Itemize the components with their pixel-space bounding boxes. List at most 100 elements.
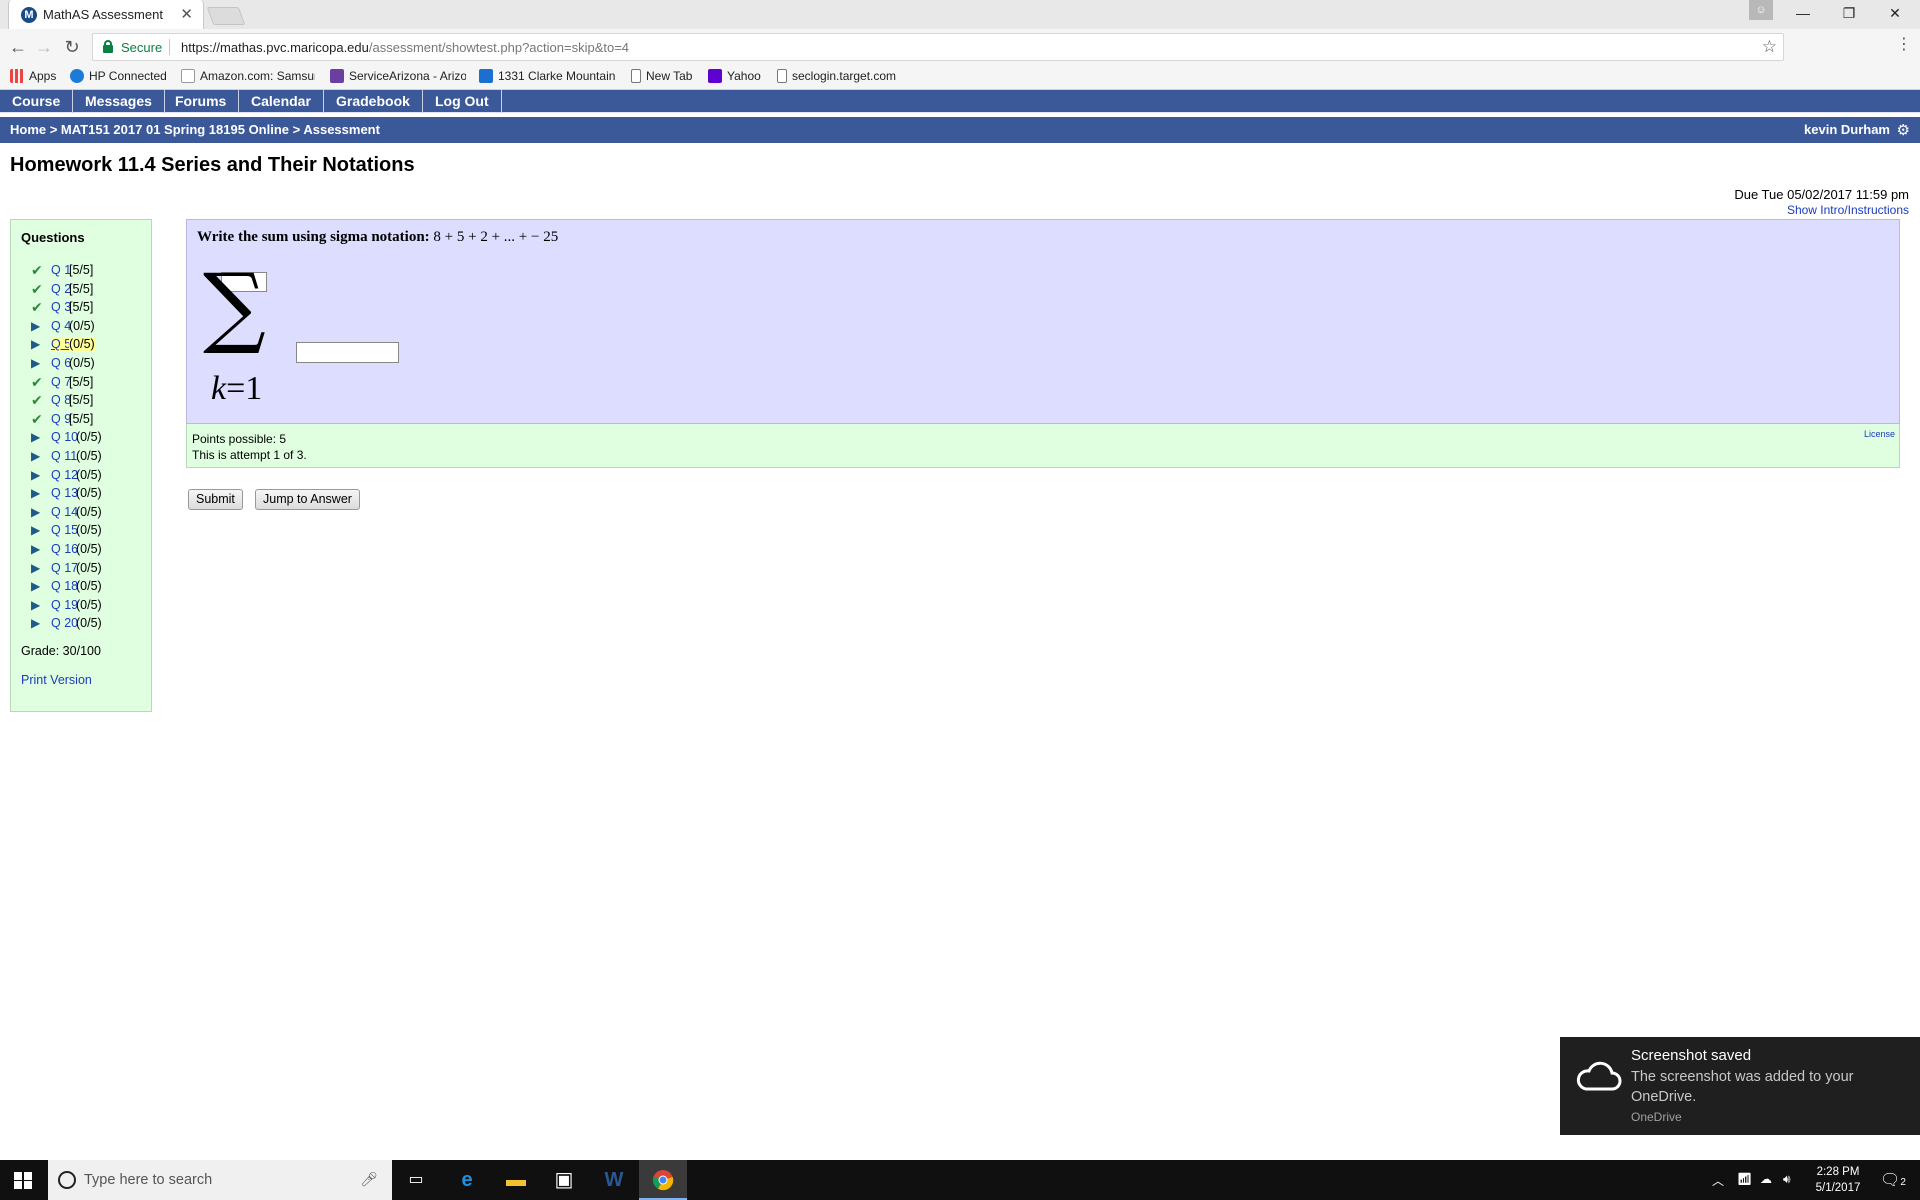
- word-icon[interactable]: W: [590, 1160, 638, 1200]
- restore-button[interactable]: ❐: [1826, 0, 1872, 29]
- bookmark-seclogin-target[interactable]: seclogin.target.com: [777, 69, 896, 83]
- bookmark-apps[interactable]: Apps: [10, 69, 56, 83]
- points-info-box: Points possible: 5 This is attempt 1 of …: [186, 424, 1900, 468]
- bookmark-servicearizona[interactable]: ServiceArizona - Arizo: [330, 69, 466, 83]
- question-link[interactable]: Q 11: [51, 449, 77, 463]
- store-icon[interactable]: ▣: [540, 1160, 588, 1200]
- question-score: (0/5): [76, 541, 102, 556]
- task-view-icon[interactable]: ▭: [392, 1160, 440, 1200]
- question-link[interactable]: Q 17: [51, 561, 78, 575]
- question-score: (0/5): [76, 523, 102, 538]
- question-link[interactable]: Q 18: [51, 579, 78, 593]
- forward-arrow-icon[interactable]: →: [32, 35, 56, 59]
- jump-to-answer-button[interactable]: Jump to Answer: [255, 489, 360, 510]
- question-score: [5/5]: [69, 411, 94, 426]
- checkmark-icon: ✔: [31, 280, 43, 297]
- show-intro-link[interactable]: Show Intro/Instructions: [1787, 203, 1909, 217]
- question-link[interactable]: Q 14: [51, 505, 78, 519]
- question-link[interactable]: Q 16: [51, 542, 78, 556]
- tray-chevron-icon[interactable]: ︿: [1712, 1172, 1724, 1189]
- points-text: Points possible: 5 This is attempt 1 of …: [192, 431, 307, 463]
- gear-icon[interactable]: ⚙: [1897, 121, 1910, 139]
- bookmark-amazon[interactable]: Amazon.com: Samsun: [181, 69, 315, 83]
- onedrive-toast[interactable]: Screenshot saved The screenshot was adde…: [1560, 1037, 1920, 1135]
- bookmark-yahoo[interactable]: Yahoo: [708, 69, 761, 83]
- sigma-symbol: ∑: [203, 254, 266, 357]
- reload-icon[interactable]: ↻: [60, 35, 84, 59]
- submit-button[interactable]: Submit: [188, 489, 243, 510]
- amazon-logo-icon: [181, 69, 195, 83]
- url-text[interactable]: https://mathas.pvc.maricopa.edu/assessme…: [181, 40, 629, 55]
- bookmarks-bar: Apps HP Connected Amazon.com: Samsun Ser…: [0, 65, 1920, 90]
- profile-icon[interactable]: ☺: [1749, 0, 1773, 20]
- breadcrumb[interactable]: Home > MAT151 2017 01 Spring 18195 Onlin…: [10, 122, 380, 137]
- clock-date: 5/1/2017: [1815, 1182, 1861, 1194]
- bookmark-new-tab[interactable]: New Tab: [631, 69, 692, 83]
- question-score: [5/5]: [69, 263, 94, 277]
- edge-icon[interactable]: e: [443, 1160, 491, 1200]
- network-icon[interactable]: 📶︎: [1737, 1172, 1752, 1186]
- general-term-input[interactable]: [296, 342, 399, 363]
- omnibox-divider: [169, 39, 170, 55]
- page-icon: [777, 69, 787, 83]
- microphone-icon[interactable]: 🎤︎: [360, 1171, 378, 1188]
- question-score: (0/5): [69, 355, 95, 370]
- license-link[interactable]: License: [1864, 429, 1895, 439]
- windows-start-icon[interactable]: [14, 1172, 32, 1189]
- chrome-icon[interactable]: [639, 1160, 687, 1200]
- cortana-icon: [58, 1171, 76, 1189]
- tab-title: MathAS Assessment: [43, 7, 163, 22]
- arrow-right-icon: ▶: [31, 467, 41, 482]
- nav-gradebook[interactable]: Gradebook: [324, 90, 423, 113]
- action-center-icon[interactable]: 🗨︎2: [1880, 1170, 1906, 1190]
- question-link[interactable]: Q 19: [51, 598, 78, 612]
- taskbar-search[interactable]: Type here to search 🎤︎: [48, 1160, 392, 1200]
- question-link[interactable]: Q 20: [51, 616, 78, 630]
- question-score: [5/5]: [69, 374, 94, 389]
- question-score: (0/5): [76, 430, 102, 445]
- toast-title: Screenshot saved: [1631, 1047, 1752, 1064]
- site-nav-bar: Course Messages Forums Calendar Gradeboo…: [0, 90, 1920, 113]
- nav-calendar[interactable]: Calendar: [239, 90, 324, 113]
- minimize-button[interactable]: —: [1780, 0, 1826, 29]
- nav-forums[interactable]: Forums: [163, 90, 240, 113]
- print-version-link[interactable]: Print Version: [21, 673, 92, 687]
- close-window-button[interactable]: ✕: [1872, 0, 1918, 29]
- points-possible: Points possible: 5: [192, 432, 287, 446]
- question-score: [5/5]: [69, 300, 94, 315]
- tab-close-icon[interactable]: ✕: [180, 5, 193, 23]
- arrow-right-icon: ▶: [31, 430, 41, 445]
- browser-toolbar: ← → ↻ Secure https://mathas.pvc.maricopa…: [0, 29, 1920, 65]
- onedrive-tray-icon[interactable]: ☁: [1760, 1172, 1772, 1186]
- question-link[interactable]: Q 13: [51, 486, 78, 500]
- question-box: Write the sum using sigma notation: 8 + …: [186, 219, 1900, 424]
- user-name[interactable]: kevin Durham: [1804, 122, 1890, 137]
- notification-count: 2: [1900, 1177, 1906, 1188]
- back-arrow-icon[interactable]: ←: [6, 35, 30, 59]
- page-title: Homework 11.4 Series and Their Notations: [10, 154, 415, 176]
- browser-menu-icon[interactable]: ⋮: [1896, 34, 1912, 54]
- nav-course[interactable]: Course: [0, 90, 74, 113]
- nav-messages[interactable]: Messages: [73, 90, 165, 113]
- file-explorer-icon[interactable]: ▬: [492, 1160, 540, 1200]
- taskbar-clock[interactable]: 2:28 PM 5/1/2017: [1808, 1164, 1868, 1196]
- new-tab-button[interactable]: [206, 7, 246, 25]
- bookmark-1331-clarke[interactable]: 1331 Clarke Mountain: [479, 69, 617, 83]
- nav-log-out[interactable]: Log Out: [423, 90, 502, 113]
- browser-tab[interactable]: M MathAS Assessment ✕: [8, 0, 204, 29]
- clock-time: 2:28 PM: [1816, 1166, 1860, 1178]
- arrow-right-icon: ▶: [31, 355, 41, 370]
- bookmark-hp-connected[interactable]: HP Connected: [70, 69, 167, 83]
- address-bar[interactable]: Secure https://mathas.pvc.maricopa.edu/a…: [92, 33, 1784, 61]
- question-link[interactable]: Q 15: [51, 523, 78, 537]
- question-link[interactable]: Q 10: [51, 430, 78, 444]
- grade: Grade: 30/100: [21, 644, 101, 658]
- question-link[interactable]: Q 12: [51, 468, 78, 482]
- volume-icon[interactable]: 🔊︎: [1783, 1172, 1791, 1187]
- zillow-logo-icon: [479, 69, 493, 83]
- browser-tab-strip: M MathAS Assessment ✕ ☺ — ❐ ✕: [0, 0, 1920, 29]
- arrow-right-icon: ▶: [31, 541, 41, 556]
- secure-label: Secure: [121, 40, 163, 55]
- question-score: (0/5): [76, 616, 102, 631]
- bookmark-star-icon[interactable]: ☆: [1762, 37, 1777, 57]
